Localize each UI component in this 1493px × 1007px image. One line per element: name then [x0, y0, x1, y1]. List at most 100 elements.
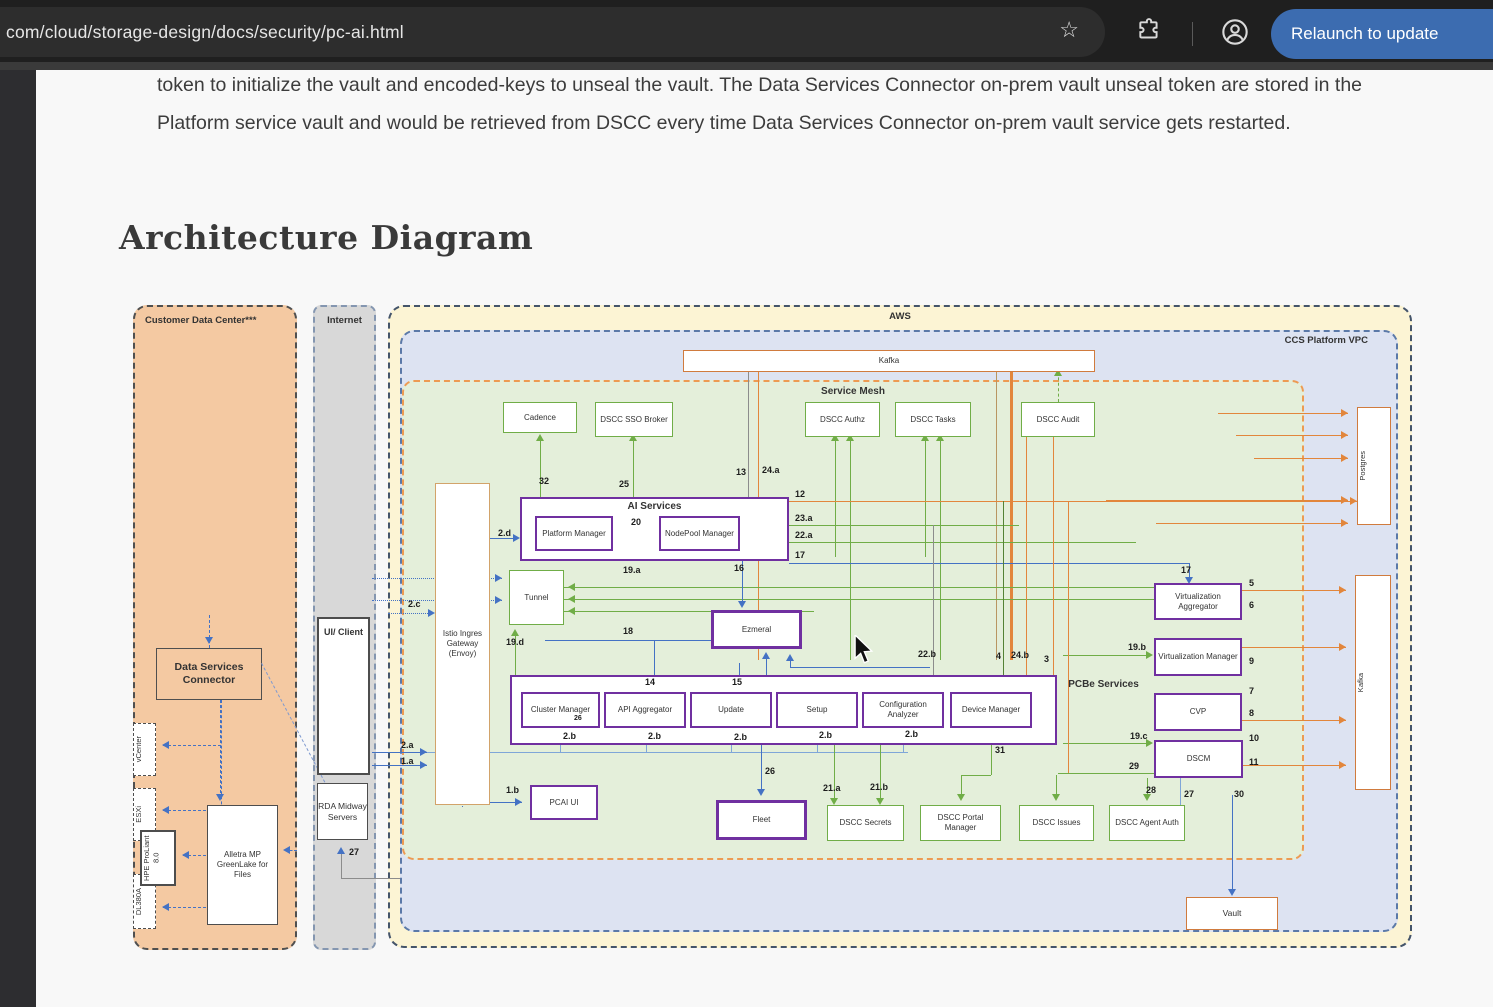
connector-line [1063, 655, 1146, 656]
connector-line [835, 437, 836, 557]
body-paragraph: token to initialize the vault and encode… [157, 66, 1429, 142]
connector-line [388, 613, 428, 614]
profile-icon[interactable] [1221, 18, 1249, 46]
node-tunnel: Tunnel [509, 570, 564, 625]
connector-line [790, 667, 930, 668]
arrowhead [158, 903, 169, 911]
arrowhead [1341, 431, 1352, 439]
arrowhead [1052, 794, 1060, 805]
node-cadence: Cadence [503, 402, 577, 433]
arrowhead [337, 843, 345, 854]
connector-line [564, 587, 1154, 588]
connector-line [996, 365, 997, 660]
connector-line [540, 437, 541, 497]
node-dscc-secrets: DSCC Secrets [827, 805, 904, 841]
connector-line [341, 878, 400, 879]
connector-line [341, 850, 342, 878]
connector-line [633, 437, 634, 497]
edge-label: 8 [1249, 708, 1254, 718]
arrowhead [564, 607, 575, 615]
edge-label: 19.c [1130, 731, 1148, 741]
edge-label: 21.b [870, 782, 888, 792]
connector-line [1232, 795, 1233, 893]
arrowhead [1341, 454, 1352, 462]
node-configuration-analyzer: Configuration Analyzer [862, 692, 944, 728]
edge-label: 3 [1044, 654, 1049, 664]
arrowhead [158, 806, 169, 814]
node-dscc-tasks: DSCC Tasks [895, 402, 971, 437]
edge-label: 15 [732, 677, 742, 687]
edge-label: 31 [995, 745, 1005, 755]
node-postgres: Postgres [1357, 407, 1391, 525]
left-dark-strip [0, 70, 36, 1007]
connector-line [372, 765, 427, 766]
url-bar[interactable]: com/cloud/storage-design/docs/security/p… [0, 7, 1105, 57]
connector-line [789, 542, 1136, 543]
node-virtualization-aggregator: Virtualization Aggregator [1154, 583, 1242, 620]
edge-label: 12 [795, 489, 805, 499]
bookmark-star-icon[interactable]: ☆ [1059, 17, 1079, 43]
edge-label: 5 [1249, 578, 1254, 588]
relaunch-button[interactable]: Relaunch to update [1271, 9, 1493, 59]
connector-line [1058, 372, 1059, 402]
arrowhead [1341, 496, 1352, 504]
connector-line [372, 752, 427, 753]
arrowhead [786, 650, 794, 661]
connector-line [1106, 500, 1348, 501]
edge-label: 13 [736, 467, 746, 477]
edge-label: 2.b [905, 729, 918, 739]
arrowhead [420, 761, 431, 769]
url-text[interactable]: com/cloud/storage-design/docs/security/p… [0, 22, 404, 43]
connector-line [220, 700, 221, 798]
edge-label: 2.b [563, 731, 576, 741]
edge-label: 20 [631, 517, 641, 527]
connector-line [1156, 523, 1348, 524]
edge-label: 17 [1181, 565, 1191, 575]
edge-label: 2.b [648, 731, 661, 741]
edge-label: 27 [349, 847, 359, 857]
edge-label: 1.a [401, 756, 414, 766]
edge-label: 2.a [401, 740, 414, 750]
node-pcai-ui: PCAI UI [530, 785, 598, 820]
connector-line [940, 437, 941, 660]
edge-label: 23.a [795, 513, 813, 523]
connector-line [961, 775, 991, 776]
arrowhead [158, 741, 169, 749]
edge-label: 29 [1129, 761, 1139, 771]
arrowhead [515, 798, 526, 806]
extensions-icon[interactable] [1136, 18, 1162, 44]
arrowhead [511, 625, 519, 636]
connector-line [1010, 365, 1013, 660]
edge-label: 18 [623, 626, 633, 636]
connector-line [1236, 435, 1348, 436]
architecture-diagram: Customer Data Center*** Internet AWS CCS… [118, 295, 1413, 957]
section-heading: Architecture Diagram [119, 218, 533, 257]
mouse-cursor [853, 635, 875, 665]
arrowhead [1339, 643, 1350, 651]
connector-line [761, 745, 762, 793]
node-hpe-proliant: HPE ProLiant 8.0 [140, 830, 176, 886]
edge-label: 22.a [795, 530, 813, 540]
arrowhead [564, 595, 575, 603]
edge-label: 19.b [1128, 642, 1146, 652]
edge-label: 11 [1249, 757, 1259, 767]
toolbar-divider [1192, 22, 1193, 46]
edge-label: 2.d [498, 528, 511, 538]
edge-label: 17 [795, 550, 805, 560]
connector-line [789, 563, 1189, 564]
arrowhead [205, 637, 213, 648]
arrowhead [216, 794, 224, 805]
node-dscc-sso-broker: DSCC SSO Broker [595, 402, 673, 437]
connector-line [163, 745, 221, 746]
connector-line [1218, 413, 1348, 414]
node-data-services-connector: Data Services Connector [156, 648, 262, 700]
node-fleet: Fleet [716, 800, 807, 840]
connector-line [1242, 720, 1346, 721]
node-dscc-issues: DSCC Issues [1019, 805, 1094, 841]
node-istio-ingress-gateway: Istio Ingres Gateway (Envoy) [435, 483, 490, 805]
connector-line [739, 663, 740, 675]
arrowhead [420, 748, 431, 756]
edge-label: 16 [734, 563, 744, 573]
edge-label: 32 [539, 476, 549, 486]
node-alletra-mp-greenlake: Alletra MP GreenLake for Files [207, 805, 278, 925]
